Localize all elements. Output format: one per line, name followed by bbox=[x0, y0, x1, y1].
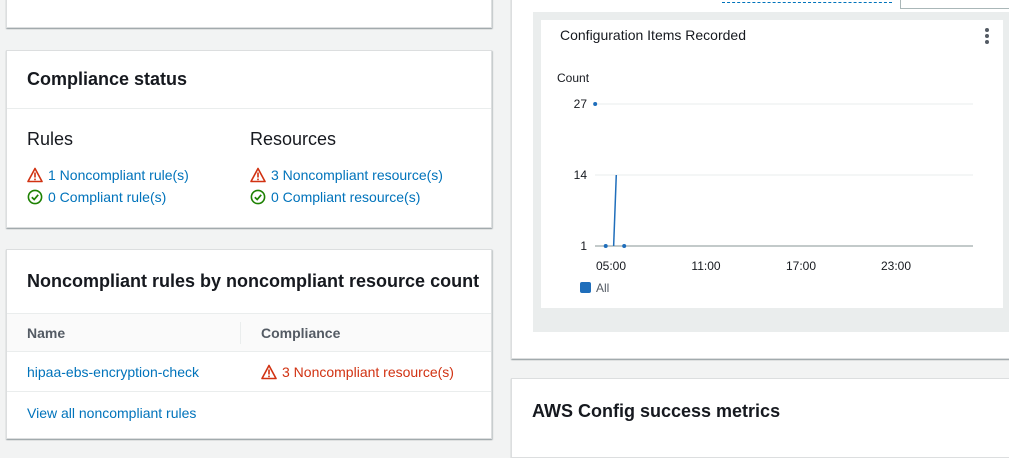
data-point bbox=[603, 244, 608, 248]
noncompliant-resources-line: 3 Noncompliant resource(s) bbox=[250, 164, 443, 186]
tab-underline bbox=[722, 2, 892, 3]
x-tick-label: 17:00 bbox=[786, 259, 816, 273]
rules-column: Rules 1 Noncompliant rule(s) 0 Compliant… bbox=[27, 129, 189, 208]
data-point bbox=[622, 244, 627, 248]
success-metrics-title: AWS Config success metrics bbox=[532, 401, 781, 421]
config-items-chart: Count 1 14 27 05:00 11:00 17:00 23:00 All bbox=[557, 71, 973, 295]
previous-panel bbox=[6, 0, 492, 28]
compliance-status-header: Compliance status bbox=[7, 51, 491, 109]
x-tick-label: 11:00 bbox=[691, 259, 720, 273]
noncompliant-rules-line: 1 Noncompliant rule(s) bbox=[27, 164, 189, 186]
compliance-status-panel: Compliance status Rules 1 Noncompliant r… bbox=[6, 50, 492, 228]
data-point bbox=[593, 102, 598, 106]
success-metrics-panel: AWS Config success metrics bbox=[511, 378, 1009, 458]
noncompliant-rules-header: Noncompliant rules by noncompliant resou… bbox=[7, 250, 491, 314]
compliant-rules-line: 0 Compliant rule(s) bbox=[27, 186, 189, 208]
x-tick-label: 23:00 bbox=[881, 259, 911, 273]
warning-icon bbox=[250, 167, 266, 183]
compliant-rules-link[interactable]: 0 Compliant rule(s) bbox=[48, 189, 166, 205]
compliant-resources-link[interactable]: 0 Compliant resource(s) bbox=[271, 189, 420, 205]
table-header: Name Compliance bbox=[7, 314, 491, 352]
noncompliant-rules-title: Noncompliant rules by noncompliant resou… bbox=[27, 271, 480, 291]
rules-heading: Rules bbox=[27, 129, 74, 149]
resources-heading: Resources bbox=[250, 129, 337, 149]
tab-stub[interactable] bbox=[900, 0, 1009, 9]
noncompliant-rules-link[interactable]: 1 Noncompliant rule(s) bbox=[48, 167, 189, 183]
warning-icon bbox=[27, 167, 43, 183]
y-tick-label: 14 bbox=[574, 168, 588, 182]
y-tick-label: 27 bbox=[574, 97, 588, 111]
compliance-status-title: Compliance status bbox=[27, 69, 188, 89]
compliant-resources-line: 0 Compliant resource(s) bbox=[250, 186, 443, 208]
column-header-compliance[interactable]: Compliance bbox=[261, 314, 340, 352]
column-header-name[interactable]: Name bbox=[27, 314, 65, 352]
check-circle-icon bbox=[250, 189, 266, 205]
y-tick-label: 1 bbox=[580, 239, 587, 253]
rule-compliance-text: 3 Noncompliant resource(s) bbox=[282, 364, 454, 380]
legend-swatch bbox=[580, 282, 591, 293]
y-axis-label: Count bbox=[557, 71, 590, 85]
series-line bbox=[612, 174, 618, 247]
x-tick-label: 05:00 bbox=[596, 259, 626, 273]
view-all-noncompliant-link[interactable]: View all noncompliant rules bbox=[27, 405, 196, 421]
noncompliant-resources-link[interactable]: 3 Noncompliant resource(s) bbox=[271, 167, 443, 183]
check-circle-icon bbox=[27, 189, 43, 205]
column-divider bbox=[240, 322, 241, 344]
warning-icon bbox=[261, 364, 277, 380]
rule-compliance-cell: 3 Noncompliant resource(s) bbox=[261, 352, 454, 392]
rule-name-link[interactable]: hipaa-ebs-encryption-check bbox=[27, 352, 199, 392]
rule-name-cell: hipaa-ebs-encryption-check bbox=[27, 352, 199, 392]
legend-label: All bbox=[596, 281, 609, 295]
noncompliant-rules-panel: Noncompliant rules by noncompliant resou… bbox=[6, 249, 492, 439]
resources-column: Resources 3 Noncompliant resource(s) 0 C… bbox=[250, 129, 443, 208]
table-row: hipaa-ebs-encryption-check 3 Noncomplian… bbox=[7, 352, 491, 392]
